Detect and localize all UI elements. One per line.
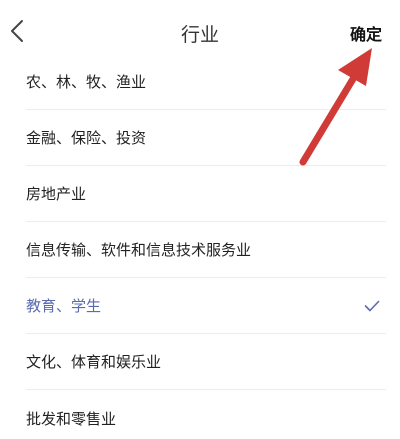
list-item-finance[interactable]: 金融、保险、投资 (26, 110, 386, 166)
nav-header: 行业 确定 (0, 0, 400, 62)
industry-list: 农、林、牧、渔业 金融、保险、投资 房地产业 信息传输、软件和信息技术服务业 教… (0, 54, 400, 439)
list-item-label: 教育、学生 (26, 297, 102, 315)
confirm-button[interactable]: 确定 (350, 21, 382, 45)
list-item-label: 金融、保险、投资 (26, 129, 147, 147)
list-item-culture[interactable]: 文化、体育和娱乐业 (26, 334, 386, 390)
list-item-real-estate[interactable]: 房地产业 (26, 166, 386, 222)
industry-picker-screen: 行业 确定 农、林、牧、渔业 金融、保险、投资 房地产业 信息传输、软件和信息技… (0, 0, 400, 439)
checkmark-icon (364, 300, 380, 311)
page-title: 行业 (180, 24, 219, 46)
list-item-education[interactable]: 教育、学生 (26, 278, 386, 334)
list-item-label: 批发和零售业 (26, 409, 117, 428)
list-item-wholesale-retail[interactable]: 批发和零售业 (26, 390, 386, 439)
list-item-label: 文化、体育和娱乐业 (26, 353, 162, 371)
list-item-label: 信息传输、软件和信息技术服务业 (26, 241, 252, 259)
list-item-label: 农、林、牧、渔业 (26, 73, 147, 91)
list-item-label: 房地产业 (26, 185, 87, 203)
list-item-agriculture[interactable]: 农、林、牧、渔业 (26, 54, 386, 110)
list-item-it[interactable]: 信息传输、软件和信息技术服务业 (26, 222, 386, 278)
